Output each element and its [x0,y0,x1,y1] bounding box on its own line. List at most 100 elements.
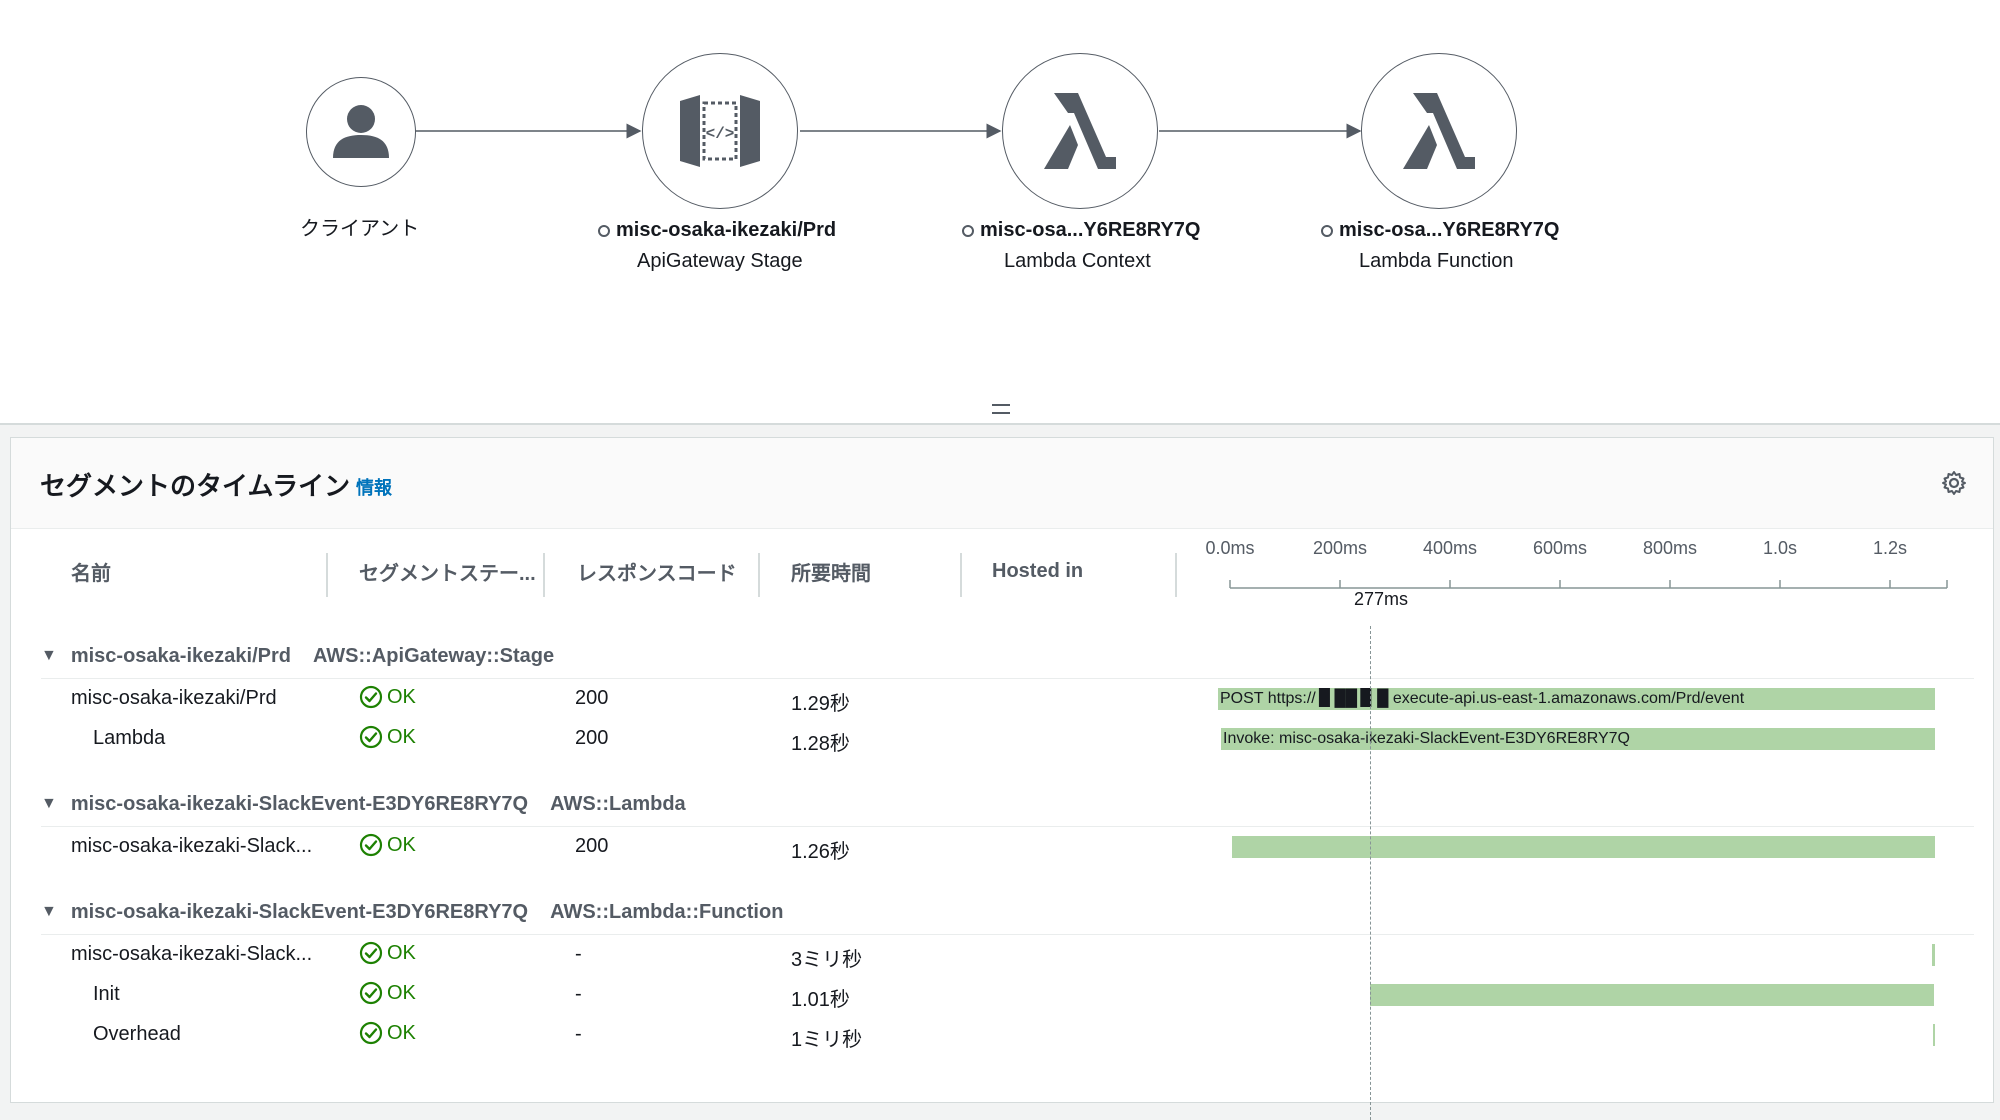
axis-tick-label: 1.2s [1872,538,1908,558]
column-header-duration[interactable]: 所要時間 [791,548,951,594]
segment-duration: 1ミリ秒 [791,1029,863,1051]
segment-duration: 1.26秒 [791,841,850,863]
response-code: - [575,943,582,965]
segment-group-type: AWS::Lambda [550,792,686,815]
lambda-context-node-type: Lambda Context [1004,250,1151,272]
status-text: OK [387,941,416,964]
response-code: - [575,983,582,1005]
segment-status: OK [359,685,416,709]
segment-name[interactable]: Lambda [93,727,331,750]
segment-group-name: misc-osaka-ikezaki-SlackEvent-E3DY6RE8RY… [70,792,529,815]
column-separator[interactable] [758,553,760,597]
service-map-edges [415,123,1362,139]
caret-down-icon[interactable]: ▼ [41,795,57,813]
check-circle-icon [359,685,383,709]
column-header-name[interactable]: 名前 [71,548,311,594]
service-map[interactable]: クライアント </> misc-osaka-ikezaki/Prd ApiGat… [0,0,2000,425]
lambda-icon [1403,93,1475,169]
axis-tick-label: 600ms [1532,538,1588,558]
segment-timeline-panel: セグメントのタイムライン 情報 名前 セグメントステー... レスポンスコード … [10,437,1994,1103]
status-text: OK [387,981,416,1004]
column-separator[interactable] [543,553,545,597]
column-separator[interactable] [960,553,962,597]
cursor-time-label: 277ms [1353,589,1409,609]
status-text: OK [387,685,416,708]
axis-tick-label: 0.0ms [1205,538,1255,558]
response-code: 200 [575,835,609,857]
response-code: - [575,1023,582,1045]
check-circle-icon [359,981,383,1005]
segment-group-type: AWS::Lambda::Function [550,900,784,923]
axis-tick-label: 1.0s [1762,538,1798,558]
segment-status: OK [359,725,416,749]
response-code: 200 [575,727,609,749]
lambda-context-node-name-text: misc-osa...Y6RE8RY7Q [980,219,1201,241]
segment-status: OK [359,1021,416,1045]
panel-title: セグメントのタイムライン [40,471,351,501]
check-circle-icon [359,1021,383,1045]
apigateway-node-name: misc-osaka-ikezaki/Prd [598,219,836,242]
panel-header: セグメントのタイムライン 情報 [11,438,1993,529]
timeline-bar[interactable] [1232,836,1935,858]
segment-name[interactable]: misc-osaka-ikezaki-Slack... [71,835,331,858]
user-icon [333,105,389,158]
segment-group-header[interactable]: ▼ misc-osaka-ikezaki/Prd AWS::ApiGateway::… [41,636,554,676]
timeline-cursor-line [1370,626,1371,1120]
group-divider [41,934,1974,935]
column-header-hosted-in[interactable]: Hosted in [992,548,1152,594]
client-node[interactable] [306,77,416,187]
gear-icon[interactable] [1941,470,1967,496]
panel-resize-handle[interactable] [992,404,1010,414]
lambda-function-node-name: misc-osa...Y6RE8RY7Q [1321,219,1559,242]
client-label: クライアント [300,218,420,240]
check-circle-icon [359,725,383,749]
timeline-bar[interactable] [1370,984,1934,1006]
timeline-bar[interactable]: Invoke: misc-osaka-ikezaki-SlackEvent-E3… [1221,728,1935,750]
axis-line [1229,580,1948,589]
segment-name[interactable]: misc-osaka-ikezaki-Slack... [71,943,331,966]
segment-status: OK [359,833,416,857]
axis-tick-label: 200ms [1312,538,1368,558]
segment-name[interactable]: misc-osaka-ikezaki/Prd [71,687,331,710]
segment-group-name: misc-osaka-ikezaki-SlackEvent-E3DY6RE8RY… [70,900,529,923]
status-dot-icon [598,224,610,237]
column-header-response-code[interactable]: レスポンスコード [577,548,747,594]
api-gateway-icon: </> [680,95,760,167]
svg-text:</>: </> [706,125,735,143]
lambda-context-node[interactable] [1002,53,1158,209]
column-header-segment-status[interactable]: セグメントステー... [359,548,549,594]
segment-duration: 3ミリ秒 [791,949,863,971]
segment-duration: 1.28秒 [791,733,850,755]
segment-group-header[interactable]: ▼ misc-osaka-ikezaki-SlackEvent-E3DY6RE8R… [41,784,686,824]
timeline-bar[interactable] [1933,1024,1935,1046]
group-divider [41,826,1974,827]
response-code: 200 [575,687,609,709]
apigateway-stage-node[interactable]: </> [642,53,798,209]
caret-down-icon[interactable]: ▼ [41,903,57,921]
lambda-context-node-name: misc-osa...Y6RE8RY7Q [962,219,1200,242]
timeline-axis: 0.0ms 200ms 400ms 600ms 800ms 1.0s 1.2s 277ms [1177,538,1967,628]
segment-group-header[interactable]: ▼ misc-osaka-ikezaki-SlackEvent-E3DY6RE8R… [41,892,783,932]
info-link[interactable]: 情報 [356,474,392,500]
segment-group-type: AWS::ApiGateway::Stage [312,644,555,667]
segment-status: OK [359,941,416,965]
status-dot-icon [962,224,974,237]
status-text: OK [387,1021,416,1044]
lambda-function-node[interactable] [1361,53,1517,209]
apigateway-node-type: ApiGateway Stage [637,250,803,272]
segment-duration: 1.01秒 [791,989,850,1011]
timeline-bar[interactable]: POST https:// ▉ ██ ▉ █ execute-api.us-ea… [1218,688,1935,710]
segment-name[interactable]: Overhead [93,1023,331,1046]
column-separator[interactable] [326,553,328,597]
status-text: OK [387,725,416,748]
group-divider [41,678,1974,679]
lambda-icon [1044,93,1116,169]
segment-group-name: misc-osaka-ikezaki/Prd [70,644,291,667]
lambda-function-node-name-text: misc-osa...Y6RE8RY7Q [1339,219,1560,241]
segment-duration: 1.29秒 [791,693,850,715]
segment-name[interactable]: Init [93,983,331,1006]
caret-down-icon[interactable]: ▼ [41,647,57,665]
segment-status: OK [359,981,416,1005]
timeline-bar[interactable] [1932,944,1935,966]
check-circle-icon [359,941,383,965]
